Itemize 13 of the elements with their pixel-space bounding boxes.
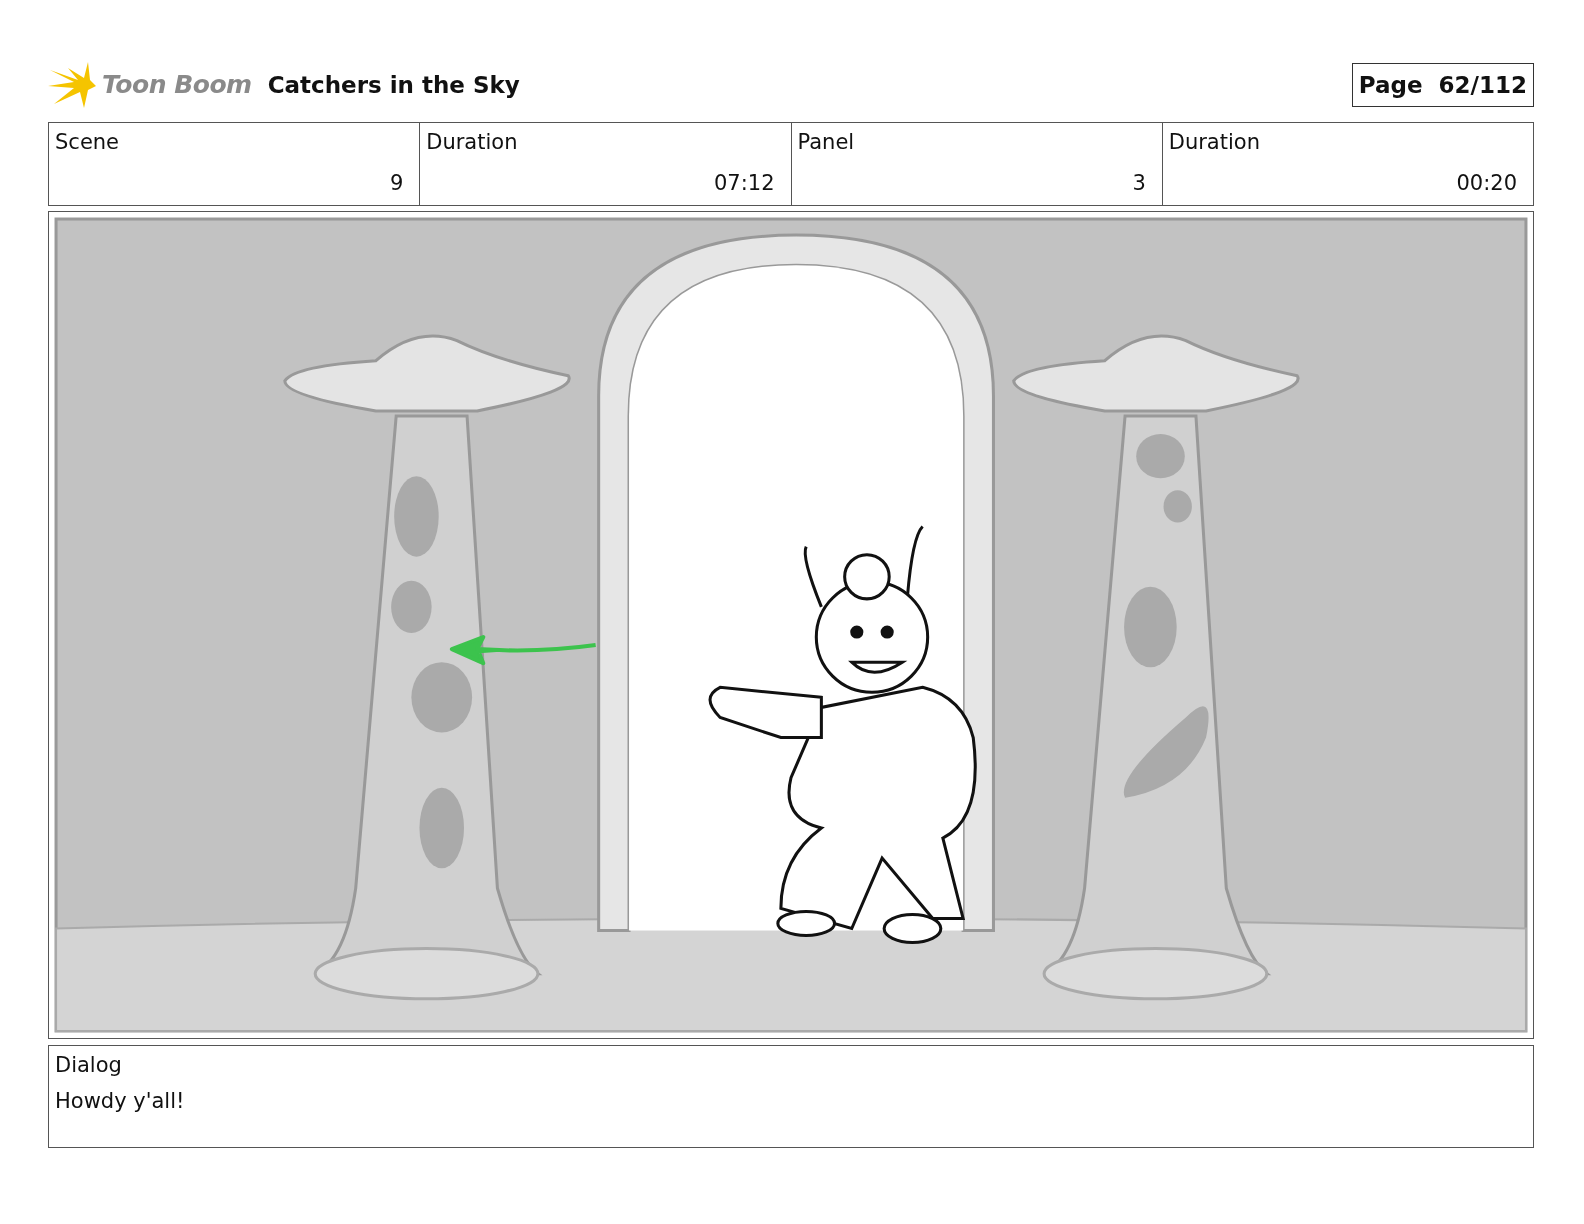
field-value: 9 <box>388 169 404 197</box>
field-label: Duration <box>1168 129 1261 156</box>
field-value: 07:12 <box>712 169 775 197</box>
dialog-text: Howdy y'all! <box>55 1087 186 1115</box>
field-value: 3 <box>1131 169 1146 197</box>
logo-text: Toon Boom <box>102 69 252 102</box>
page-number: Page 62/112 <box>1351 62 1534 108</box>
document-title: Catchers in the Sky <box>267 70 520 100</box>
field-label: Duration <box>426 129 519 156</box>
field-label: Panel <box>797 129 856 156</box>
field-label: Dialog <box>55 1052 123 1079</box>
field-label: Scene <box>55 129 121 156</box>
field-value: 00:20 <box>1455 169 1517 197</box>
